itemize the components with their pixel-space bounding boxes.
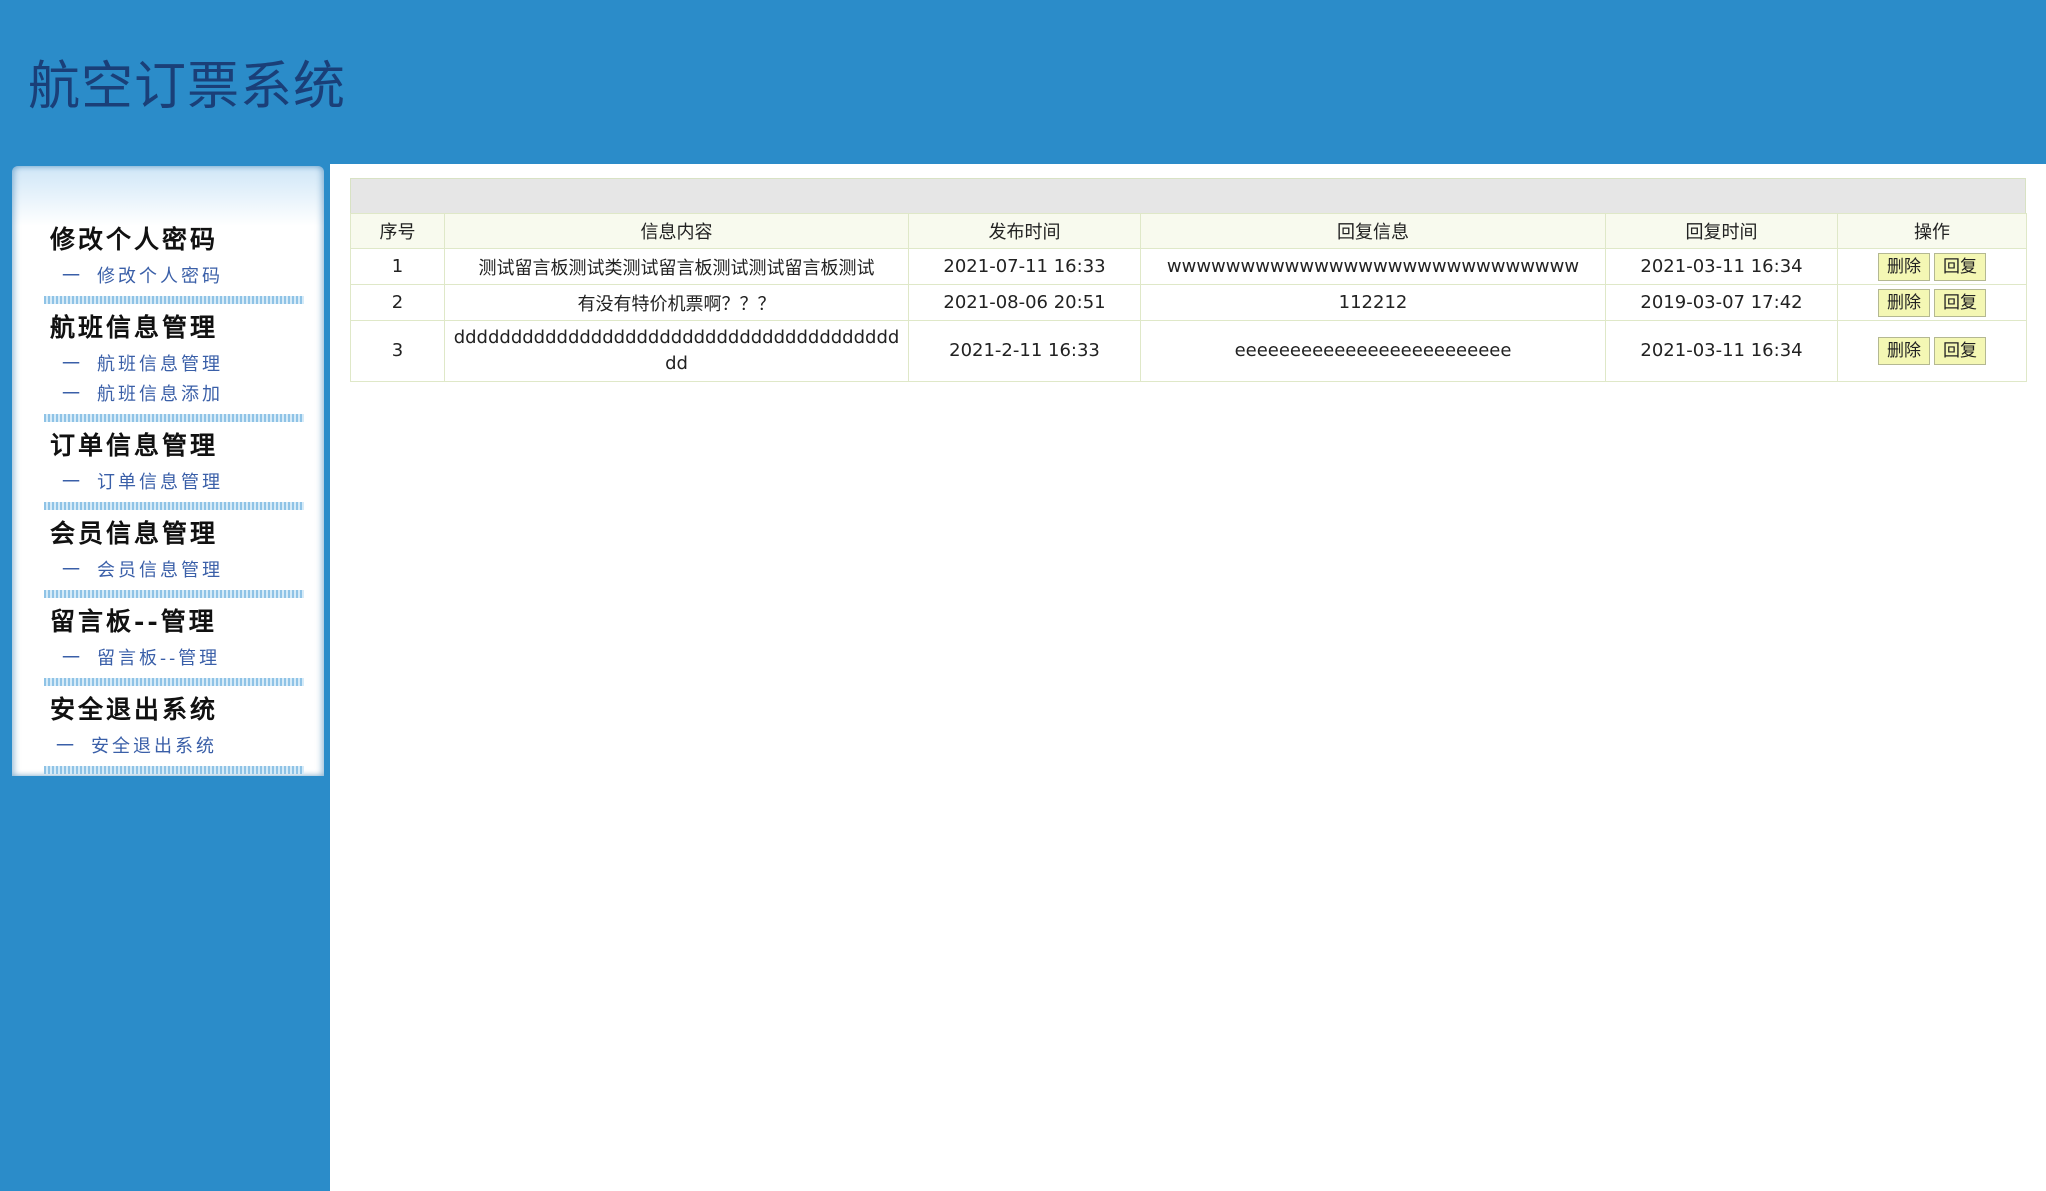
sidebar-item-label: 留言板--管理 — [97, 648, 221, 669]
cell-no: 1 — [350, 248, 445, 285]
delete-button[interactable]: 删除 — [1878, 337, 1930, 365]
cell-actions: 删除 回复 — [1837, 320, 2027, 382]
cell-content: 有没有特价机票啊？？？ — [444, 284, 909, 321]
dash-marker: 一 — [62, 266, 83, 287]
cell-actions: 删除 回复 — [1837, 248, 2027, 285]
sidebar-item-label: 安全退出系统 — [91, 736, 217, 757]
delete-button[interactable]: 删除 — [1878, 288, 1930, 317]
cell-no: 3 — [350, 320, 445, 382]
cell-reply: eeeeeeeeeeeeeeeeeeeeeeeee — [1140, 320, 1606, 382]
sidebar-item-logout[interactable]: 一安全退出系统 — [56, 732, 217, 758]
dash-marker: 一 — [62, 472, 83, 493]
table-row: 1 测试留言板测试类测试留言板测试测试留言板测试 2021-07-11 16:3… — [350, 248, 2027, 285]
cell-post-time: 2021-08-06 20:51 — [908, 284, 1141, 321]
sidebar-item-order-manage[interactable]: 一订单信息管理 — [62, 468, 223, 494]
cell-reply: wwwwwwwwwwwwwwwwwwwwwwwwwwww — [1140, 248, 1606, 285]
menu-heading-logout: 安全退出系统 — [50, 695, 219, 724]
table-toolbar — [350, 178, 2026, 213]
column-header-reply: 回复信息 — [1140, 213, 1606, 249]
table-header-row: 序号 信息内容 发布时间 回复信息 回复时间 操作 — [350, 213, 2027, 249]
menu-divider — [44, 590, 304, 598]
cell-actions: 删除 回复 — [1837, 284, 2027, 321]
sidebar-item-label: 航班信息管理 — [97, 354, 223, 375]
column-header-reply-time: 回复时间 — [1605, 213, 1838, 249]
app-title: 航空订票系统 — [28, 57, 347, 117]
menu-heading-flights: 航班信息管理 — [50, 313, 219, 342]
menu-divider — [44, 296, 304, 304]
menu-heading-orders: 订单信息管理 — [50, 431, 219, 460]
sidebar-item-guestbook-manage[interactable]: 一留言板--管理 — [62, 644, 220, 670]
menu-heading-password: 修改个人密码 — [50, 225, 219, 254]
table-row: 3 dddddddddddddddddddddddddddddddddddddd… — [350, 320, 2027, 382]
sidebar-item-label: 航班信息添加 — [97, 384, 223, 405]
cell-reply-time: 2019-03-07 17:42 — [1605, 284, 1838, 321]
dash-marker: 一 — [62, 384, 83, 405]
cell-post-time: 2021-07-11 16:33 — [908, 248, 1141, 285]
menu-divider — [44, 766, 304, 774]
menu-divider — [44, 502, 304, 510]
cell-no: 2 — [350, 284, 445, 321]
column-header-actions: 操作 — [1837, 213, 2027, 249]
sidebar-item-member-manage[interactable]: 一会员信息管理 — [62, 556, 223, 582]
delete-button[interactable]: 删除 — [1878, 252, 1930, 281]
dash-marker: 一 — [62, 648, 83, 669]
dash-marker: 一 — [62, 560, 83, 581]
cell-reply-time: 2021-03-11 16:34 — [1605, 320, 1838, 382]
table-row: 2 有没有特价机票啊？？？ 2021-08-06 20:51 112212 20… — [350, 284, 2027, 321]
menu-divider — [44, 678, 304, 686]
dash-marker: 一 — [56, 736, 77, 757]
reply-button[interactable]: 回复 — [1934, 252, 1986, 281]
menu-heading-members: 会员信息管理 — [50, 519, 219, 548]
sidebar-item-flight-add[interactable]: 一航班信息添加 — [62, 380, 223, 406]
cell-content: 测试留言板测试类测试留言板测试测试留言板测试 — [444, 248, 909, 285]
message-table-container: 序号 信息内容 发布时间 回复信息 回复时间 操作 1 测试留言板测试类测试留言… — [350, 178, 2027, 382]
cell-post-time: 2021-2-11 16:33 — [908, 320, 1141, 382]
menu-divider — [44, 414, 304, 422]
cell-reply: 112212 — [1140, 284, 1606, 321]
sidebar-item-label: 订单信息管理 — [97, 472, 223, 493]
sidebar-item-flight-manage[interactable]: 一航班信息管理 — [62, 350, 223, 376]
column-header-no: 序号 — [350, 213, 445, 249]
sidebar: 修改个人密码 一修改个人密码 航班信息管理 一航班信息管理 一航班信息添加 订单… — [12, 166, 324, 776]
sidebar-item-label: 修改个人密码 — [97, 266, 223, 287]
reply-button[interactable]: 回复 — [1934, 337, 1986, 365]
cell-reply-time: 2021-03-11 16:34 — [1605, 248, 1838, 285]
message-table: 序号 信息内容 发布时间 回复信息 回复时间 操作 1 测试留言板测试类测试留言… — [350, 213, 2027, 382]
sidebar-item-label: 会员信息管理 — [97, 560, 223, 581]
menu-heading-guestbook: 留言板--管理 — [50, 607, 217, 636]
reply-button[interactable]: 回复 — [1934, 288, 1986, 317]
cell-content: dddddddddddddddddddddddddddddddddddddddd… — [444, 320, 909, 382]
main-content: 序号 信息内容 发布时间 回复信息 回复时间 操作 1 测试留言板测试类测试留言… — [330, 164, 2046, 1191]
dash-marker: 一 — [62, 354, 83, 375]
column-header-post-time: 发布时间 — [908, 213, 1141, 249]
sidebar-item-change-password[interactable]: 一修改个人密码 — [62, 262, 223, 288]
column-header-content: 信息内容 — [444, 213, 909, 249]
header-bar: 航空订票系统 — [0, 0, 2046, 164]
